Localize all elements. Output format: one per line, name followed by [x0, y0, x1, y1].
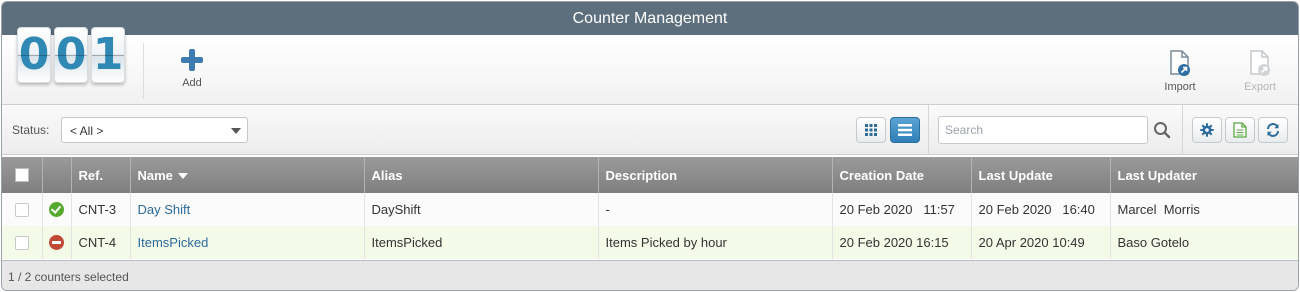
- spreadsheet-export-button[interactable]: [1225, 117, 1255, 143]
- status-select-value: < All >: [70, 124, 104, 138]
- selection-status-bar: 1 / 2 counters selected: [2, 260, 1298, 290]
- row-select-cell: [2, 226, 43, 259]
- settings-button[interactable]: [1192, 117, 1222, 143]
- add-label: Add: [182, 77, 202, 89]
- row-status-cell: [42, 226, 72, 259]
- row-last-update: 20 Apr 2020 10:49: [971, 226, 1111, 259]
- table-row[interactable]: CNT-4 ItemsPicked ItemsPicked Items Pick…: [2, 226, 1298, 259]
- grid-view-icon: [865, 124, 877, 136]
- logo-digit: 1: [91, 27, 125, 83]
- import-button[interactable]: Import: [1150, 49, 1210, 93]
- row-description: Items Picked by hour: [598, 226, 833, 259]
- column-header-description[interactable]: Description: [598, 157, 833, 193]
- column-header-alias[interactable]: Alias: [364, 157, 599, 193]
- import-icon: [1170, 50, 1190, 76]
- add-icon: [181, 49, 203, 71]
- check-circle-icon: [49, 202, 64, 217]
- column-header-name[interactable]: Name: [130, 157, 365, 193]
- row-name-cell: Day Shift: [130, 193, 365, 226]
- status-label: Status:: [12, 123, 50, 137]
- window-title: Counter Management: [2, 2, 1298, 35]
- column-header-last-updater[interactable]: Last Updater: [1110, 157, 1298, 193]
- row-name-link[interactable]: ItemsPicked: [138, 235, 209, 250]
- add-button[interactable]: Add: [162, 49, 222, 89]
- column-header-name-label: Name: [137, 167, 173, 183]
- row-checkbox[interactable]: [14, 202, 29, 217]
- status-column-header: [42, 157, 72, 193]
- row-alias: DayShift: [364, 193, 599, 226]
- grid-view-button[interactable]: [856, 117, 886, 143]
- minus-circle-icon: [49, 235, 64, 250]
- selection-count: 1 / 2 counters selected: [8, 270, 129, 284]
- counters-table: Ref. Name Alias Description Creation Dat…: [2, 157, 1298, 259]
- list-view-button[interactable]: [890, 117, 920, 143]
- gear-icon: [1200, 123, 1214, 137]
- select-all-cell: [2, 157, 43, 193]
- filter-bar: Status: < All >: [2, 105, 1298, 155]
- export-button[interactable]: Export: [1230, 49, 1290, 93]
- search-icon[interactable]: [1153, 121, 1171, 139]
- row-ref: CNT-3: [71, 193, 131, 226]
- table-header-row: Ref. Name Alias Description Creation Dat…: [2, 157, 1298, 193]
- row-creation-date: 20 Feb 2020 11:57: [832, 193, 972, 226]
- toolbar: 0 0 1 Add Import Export: [2, 27, 1298, 105]
- sort-desc-icon: [177, 173, 188, 180]
- counter-logo: 0 0 1: [17, 27, 127, 83]
- row-name-link[interactable]: Day Shift: [138, 202, 191, 217]
- select-all-checkbox[interactable]: [14, 168, 29, 182]
- filter-divider: [928, 105, 929, 155]
- export-label: Export: [1244, 81, 1276, 93]
- row-checkbox[interactable]: [14, 235, 29, 250]
- counter-management-window: Counter Management 0 0 1 Add Import Expo…: [1, 1, 1299, 291]
- row-creation-date: 20 Feb 2020 16:15: [832, 226, 972, 259]
- row-alias: ItemsPicked: [364, 226, 599, 259]
- import-label: Import: [1164, 81, 1196, 93]
- column-header-creation-date[interactable]: Creation Date: [832, 157, 972, 193]
- column-header-ref[interactable]: Ref.: [71, 157, 131, 193]
- row-last-updater: Marcel Morris: [1117, 202, 1200, 217]
- search-input[interactable]: [938, 116, 1148, 144]
- column-header-last-update[interactable]: Last Update: [971, 157, 1111, 193]
- logo-digit: 0: [17, 27, 51, 83]
- row-last-updater: Baso Gotelo: [1117, 235, 1190, 250]
- toolbar-divider: [143, 43, 144, 99]
- table-row[interactable]: CNT-3 Day Shift DayShift - 20 Feb 2020 1…: [2, 193, 1298, 226]
- row-status-cell: [42, 193, 72, 226]
- filter-divider: [1182, 105, 1183, 155]
- row-ref: CNT-4: [71, 226, 131, 259]
- status-select[interactable]: < All >: [61, 117, 248, 143]
- row-select-cell: [2, 193, 43, 226]
- chevron-down-icon: [231, 128, 241, 134]
- row-last-update: 20 Feb 2020 16:40: [971, 193, 1111, 226]
- list-view-icon: [898, 124, 912, 136]
- refresh-button[interactable]: [1258, 117, 1288, 143]
- logo-digit: 0: [54, 27, 88, 83]
- row-name-cell: ItemsPicked: [130, 226, 365, 259]
- refresh-icon: [1267, 123, 1279, 137]
- row-description: -: [598, 193, 833, 226]
- spreadsheet-icon: [1233, 122, 1247, 138]
- export-icon: [1250, 50, 1270, 76]
